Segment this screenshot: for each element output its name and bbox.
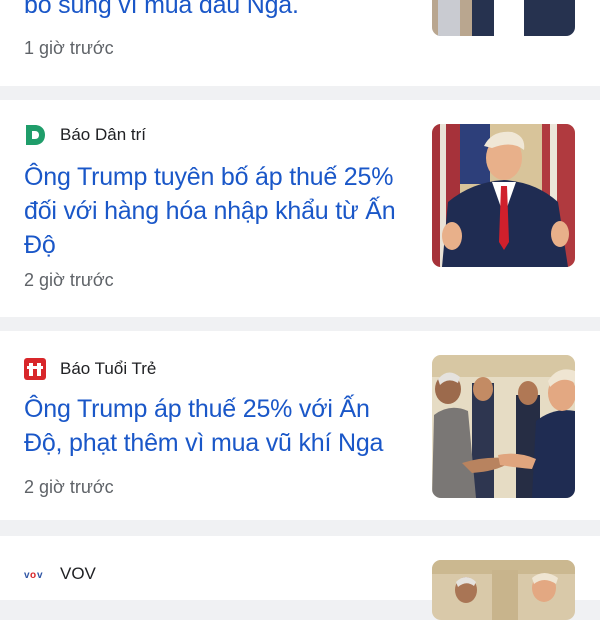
article-thumbnail[interactable] bbox=[432, 355, 575, 498]
source-row: v o v VOV bbox=[24, 562, 96, 586]
svg-text:o: o bbox=[30, 570, 36, 581]
news-card[interactable]: v o v VOV bbox=[0, 536, 600, 620]
article-time: 1 giờ trước bbox=[24, 38, 114, 58]
dan-tri-logo-icon bbox=[24, 124, 46, 146]
source-name: Báo Tuổi Trẻ bbox=[60, 359, 157, 378]
news-card[interactable]: Báo Dân trí Ông Trump tuyên bố áp thuế 2… bbox=[0, 100, 600, 317]
article-headline[interactable]: Ông Trump áp thuế 25% với Ấn Độ, phạt th… bbox=[24, 392, 412, 460]
tuoi-tre-logo-icon bbox=[24, 358, 46, 380]
article-headline[interactable]: bổ sung vì mua dầu Nga. bbox=[24, 0, 412, 22]
article-time: 2 giờ trước bbox=[24, 477, 114, 497]
article-thumbnail[interactable] bbox=[432, 560, 575, 620]
news-card[interactable]: Báo Tuổi Trẻ Ông Trump áp thuế 25% với Ấ… bbox=[0, 331, 600, 520]
svg-text:v: v bbox=[37, 570, 43, 581]
vov-logo-icon: v o v bbox=[24, 563, 46, 585]
source-name: VOV bbox=[60, 564, 96, 583]
article-headline[interactable]: Ông Trump tuyên bố áp thuế 25% đối với h… bbox=[24, 160, 412, 262]
article-time: 2 giờ trước bbox=[24, 270, 114, 290]
source-row: Báo Tuổi Trẻ bbox=[24, 357, 156, 381]
source-row: Báo Dân trí bbox=[24, 123, 146, 147]
article-thumbnail[interactable] bbox=[432, 124, 575, 267]
source-name: Báo Dân trí bbox=[60, 125, 146, 144]
news-card[interactable]: bổ sung vì mua dầu Nga. 1 giờ trước bbox=[0, 0, 600, 86]
article-thumbnail[interactable] bbox=[432, 0, 575, 36]
